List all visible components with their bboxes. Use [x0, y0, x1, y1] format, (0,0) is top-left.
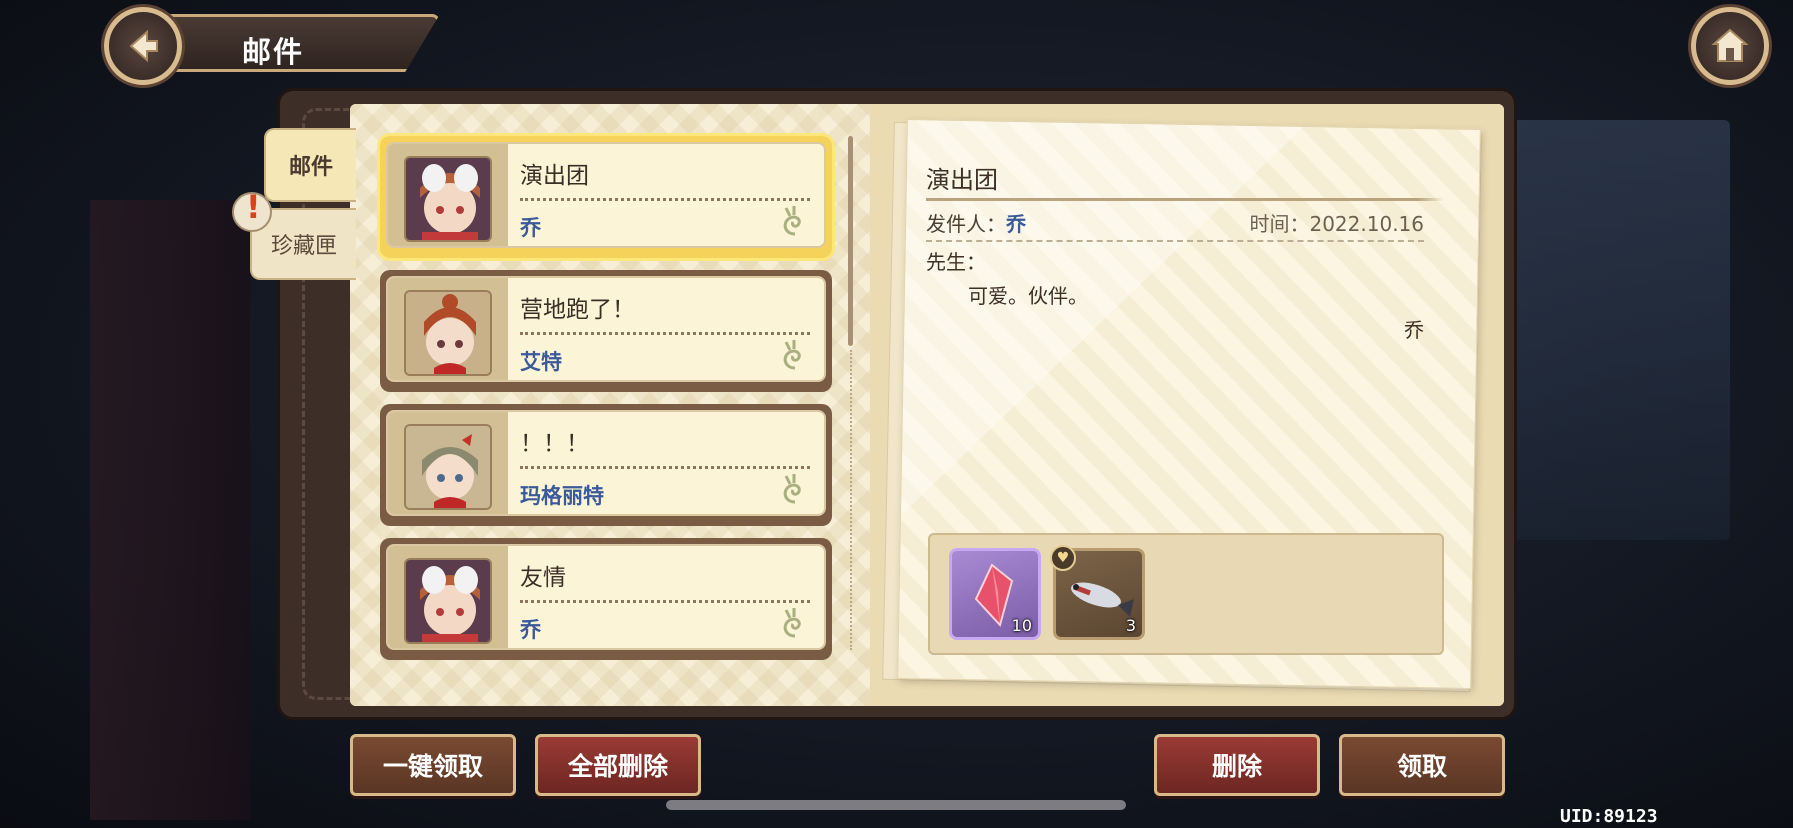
- mail-sender: 艾特: [520, 350, 562, 374]
- mail-subject: 营地跑了！: [520, 297, 635, 323]
- letter-content: 演出团 发件人：乔 时间：2022.10.16 先生： 可爱。伙伴。 乔: [926, 160, 1446, 342]
- mail-item[interactable]: 演出团 乔: [380, 136, 832, 258]
- delete-all-button[interactable]: 全部删除: [535, 734, 701, 796]
- avatar-ate: [404, 290, 492, 376]
- back-button[interactable]: [104, 7, 182, 85]
- mail-item[interactable]: ！！！ 玛格丽特: [380, 404, 832, 526]
- letter-body: 可爱。伙伴。: [968, 284, 1088, 308]
- mail-subject: 友情: [520, 565, 566, 591]
- snail-icon: [783, 206, 801, 236]
- heart-icon: ♥: [1050, 545, 1076, 571]
- attachment-gem[interactable]: 10: [949, 548, 1041, 640]
- page-title: 邮件: [242, 35, 305, 69]
- home-icon: [1711, 28, 1749, 62]
- divider: [520, 332, 810, 335]
- avatar-joe: [404, 156, 492, 242]
- sender-label: 发件人：: [926, 212, 1006, 236]
- letter-title: 演出团: [926, 166, 998, 194]
- mail-subject: ！！！: [520, 431, 589, 457]
- snail-icon: [783, 474, 801, 504]
- list-scroll-track: [850, 350, 852, 650]
- item-count: 3: [1125, 616, 1136, 635]
- divider: [926, 240, 1424, 242]
- divider: [520, 600, 810, 603]
- background-curtain: [90, 200, 250, 820]
- mail-item[interactable]: 营地跑了！ 艾特: [380, 270, 832, 392]
- mail-item[interactable]: 友情 乔: [380, 538, 832, 660]
- claim-all-button[interactable]: 一键领取: [350, 734, 516, 796]
- attachment-fish[interactable]: ♥ 3: [1050, 545, 1145, 640]
- alert-icon: !: [246, 188, 261, 226]
- item-count: 10: [1011, 616, 1032, 635]
- divider: [520, 198, 810, 201]
- list-scrollbar[interactable]: [848, 136, 853, 346]
- letter-time: 时间：2022.10.16: [1249, 212, 1424, 236]
- alert-badge: !: [232, 188, 272, 232]
- avatar-joe: [404, 558, 492, 644]
- mail-sender: 玛格丽特: [520, 484, 604, 508]
- mail-sender: 乔: [520, 618, 541, 642]
- sender-name: 乔: [1006, 212, 1026, 236]
- tab-mail[interactable]: 邮件: [264, 128, 356, 202]
- avatar-margaret: [404, 424, 492, 510]
- claim-button[interactable]: 领取: [1339, 734, 1505, 796]
- user-id: UID:89123: [1560, 806, 1658, 827]
- snail-icon: [783, 608, 801, 638]
- mail-subject: 演出团: [520, 163, 589, 189]
- page-title-plate: 邮件: [150, 14, 440, 72]
- mail-sender: 乔: [520, 216, 541, 240]
- letter-signature: 乔: [1404, 318, 1424, 342]
- letter-greeting: 先生：: [926, 250, 986, 274]
- snail-icon: [783, 340, 801, 370]
- letter-meta: 发件人：乔 时间：2022.10.16: [926, 208, 1424, 237]
- delete-button[interactable]: 删除: [1154, 734, 1320, 796]
- home-indicator[interactable]: [666, 800, 1126, 810]
- home-button[interactable]: [1691, 7, 1769, 85]
- divider: [520, 466, 810, 469]
- background-window: [1480, 120, 1730, 540]
- title-underline: [926, 198, 1444, 201]
- back-arrow-icon: [129, 29, 158, 63]
